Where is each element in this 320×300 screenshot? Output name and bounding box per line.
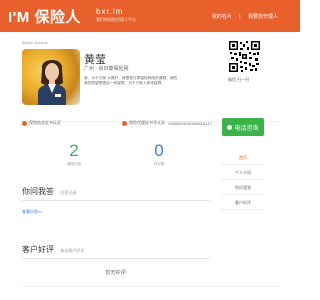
side-menu-intro[interactable]: 个人介绍: [221, 165, 265, 180]
agent-location: 广州 · 肖日泰保险网: [84, 66, 129, 72]
verified-icon: [22, 120, 27, 126]
stats: 2 保险问答 0 好评数: [44, 142, 184, 178]
side-menu: 首页 个人介绍 你问我答 客户好评: [221, 150, 265, 210]
qa-section-title: 你问我答: [22, 187, 54, 196]
verified-icon: [122, 120, 127, 126]
id-verified-label: 保险执业证书认证: [29, 120, 61, 125]
qa-section-title-row: 你问我答 问答记录: [22, 186, 210, 201]
side-menu-qa[interactable]: 你问我答: [221, 180, 265, 195]
side-menu-reviews[interactable]: 客户好评: [221, 195, 265, 210]
agent-description: 我，大千万家 大赛好，我是泰日泰保险网络的课程，我的，我的愿望是做实一份保障，为…: [84, 76, 181, 85]
reviews-section-subtitle: 来自客户好评: [60, 248, 85, 253]
side-menu-home[interactable]: 首页: [221, 150, 265, 165]
site-slogan: 我们的保险代理人平台: [96, 17, 136, 22]
profile-header-text: Beichi Jessica: [22, 40, 48, 45]
reviews-section: 客户好评 来自客户好评 暂无好评!: [22, 244, 210, 276]
qr-caption: 微信 扫一扫: [228, 77, 250, 82]
avatar: [22, 49, 80, 105]
cert-label: 保险代理证书号认证:: [129, 120, 167, 125]
reviews-section-title-row: 客户好评 来自客户好评: [22, 244, 210, 259]
top-links: 我的名片 | 我要找代理人: [206, 13, 278, 20]
view-qa-link[interactable]: 查看问答>>: [22, 209, 210, 215]
stat-reviews-value: 0: [154, 141, 164, 160]
site-logo[interactable]: I'M 保险人: [8, 6, 81, 27]
qr-code-icon: [228, 40, 261, 73]
stat-qa-label: 保险问答: [66, 162, 82, 166]
phone-icon: [227, 124, 233, 130]
cert-verified: 保险代理证书号认证: 20000000100000001117: [122, 120, 212, 126]
link-divider: |: [239, 14, 241, 20]
find-agent-link[interactable]: 我要找代理人: [248, 14, 278, 20]
site-domain: bxr.im: [96, 7, 124, 16]
id-verified: 保险执业证书认证: [22, 120, 61, 126]
qa-section-subtitle: 问答记录: [60, 190, 77, 195]
reviews-section-title: 客户好评: [22, 245, 54, 254]
qa-section: 你问我答 问答记录 查看问答>>: [22, 186, 210, 215]
stat-reviews-label: 好评数: [153, 162, 165, 166]
reviews-empty-text: 暂无好评!: [105, 270, 127, 276]
my-card-link[interactable]: 我的名片: [212, 14, 232, 20]
footer-divider: [22, 286, 278, 287]
top-header: I'M 保险人 bxr.im 我们的保险代理人平台 我的名片 | 我要找代理人: [0, 0, 300, 32]
call-consult-label: 电话咨询: [234, 125, 259, 132]
stat-reviews: 0 好评数: [129, 142, 189, 167]
stat-qa-value: 2: [69, 141, 79, 160]
call-consult-button[interactable]: 电话咨询: [222, 118, 264, 136]
avatar-person-icon: [38, 60, 66, 105]
stat-qa: 2 保险问答: [44, 142, 104, 167]
cert-number: 20000000100000001117: [168, 120, 213, 126]
profile-card: Beichi Jessica 黄莹 广州 · 肖日泰保险网 我，大千万家 大赛好…: [22, 40, 278, 122]
